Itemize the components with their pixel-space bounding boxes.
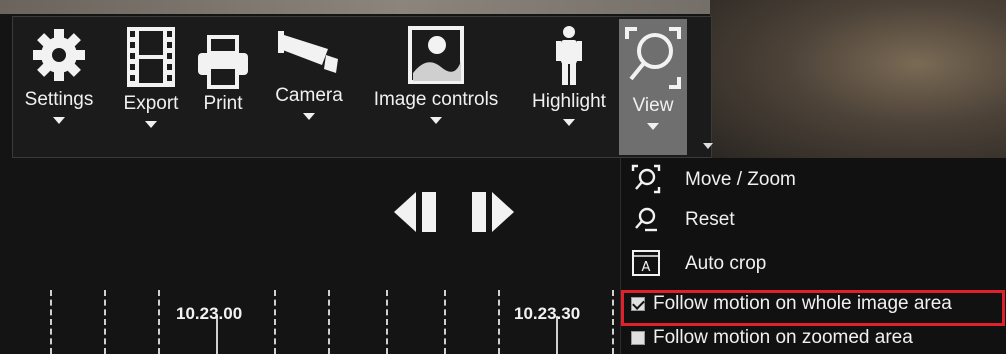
view-menu: Move / Zoom Reset A Auto crop Follow mot… — [620, 158, 1006, 354]
export-label: Export — [123, 93, 179, 114]
timeline-tick — [444, 290, 446, 354]
follow-motion-whole-label: Follow motion on whole image area — [653, 293, 952, 314]
timeline-tick — [104, 290, 106, 354]
follow-motion-whole-option[interactable]: Follow motion on whole image area — [621, 290, 1006, 326]
menu-item-label: Auto crop — [685, 253, 767, 274]
timeline-time-label: 10.23.30 — [514, 304, 581, 323]
export-button[interactable]: Export — [113, 25, 189, 155]
film-icon — [127, 27, 175, 87]
chevron-down-icon — [303, 113, 315, 120]
chevron-down-icon — [563, 119, 575, 126]
menu-item-auto-crop[interactable]: A Auto crop — [621, 244, 1006, 284]
timeline-tick — [50, 290, 52, 354]
timeline-tick — [498, 290, 500, 354]
image-icon — [408, 26, 464, 84]
camera-button[interactable]: Camera — [265, 25, 353, 155]
follow-motion-zoomed-checkbox[interactable] — [631, 331, 645, 345]
chevron-down-icon — [647, 123, 659, 130]
chevron-down-icon — [53, 117, 65, 124]
magnifier-frame-icon — [631, 164, 661, 194]
view-label: View — [632, 95, 674, 116]
chevron-down-icon — [145, 121, 157, 128]
follow-motion-zoomed-label: Follow motion on zoomed area — [653, 327, 913, 348]
svg-text:A: A — [642, 260, 651, 275]
timeline-tick — [386, 290, 388, 354]
timeline-tick — [612, 290, 614, 354]
camera-label: Camera — [275, 85, 343, 106]
highlight-label: Highlight — [532, 91, 606, 112]
printer-icon — [198, 35, 248, 89]
follow-motion-whole-checkbox[interactable] — [631, 297, 645, 311]
gear-icon — [33, 29, 85, 81]
print-button[interactable]: Print — [191, 35, 255, 165]
highlight-button[interactable]: Highlight — [521, 25, 617, 155]
print-label: Print — [203, 93, 243, 114]
auto-crop-icon: A — [632, 250, 660, 276]
menu-item-reset[interactable]: Reset — [621, 200, 1006, 240]
timeline[interactable]: 10.23.00 10.23.30 — [0, 272, 620, 354]
person-icon — [556, 26, 582, 85]
menu-item-move-zoom[interactable]: Move / Zoom — [621, 160, 1006, 200]
timeline-tick — [274, 290, 276, 354]
magnifier-icon — [625, 27, 681, 89]
follow-motion-zoomed-option[interactable]: Follow motion on zoomed area — [621, 324, 1006, 354]
menu-item-label: Reset — [685, 209, 735, 230]
image-controls-button[interactable]: Image controls — [361, 25, 511, 155]
timeline-tick — [328, 290, 330, 354]
timeline-tick — [158, 290, 160, 354]
next-frame-button[interactable] — [466, 190, 518, 234]
toolbar-overflow-icon[interactable] — [703, 143, 713, 149]
toolbar: Settings Export Print Camera Image contr… — [12, 16, 713, 158]
timeline-time-label: 10.23.00 — [176, 304, 243, 323]
view-button[interactable]: View — [619, 19, 687, 155]
image-controls-label: Image controls — [373, 89, 499, 110]
settings-label: Settings — [24, 89, 94, 110]
settings-button[interactable]: Settings — [19, 25, 99, 155]
magnifier-reset-icon — [635, 207, 657, 232]
menu-item-label: Move / Zoom — [685, 169, 796, 190]
security-camera-icon — [278, 31, 338, 73]
chevron-down-icon — [430, 117, 442, 124]
previous-frame-button[interactable] — [392, 190, 444, 234]
video-background — [710, 0, 1006, 160]
